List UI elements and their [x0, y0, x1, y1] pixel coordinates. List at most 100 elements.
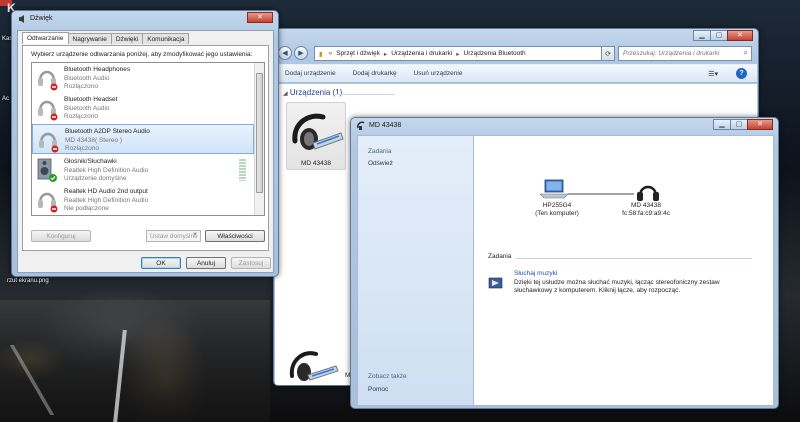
set-default-label: Ustaw domyślne [150, 232, 198, 240]
tasks-header: Zadania [368, 148, 392, 155]
device-status: Rozłączono [64, 113, 98, 120]
breadcrumb-item[interactable]: Urządzenia Bluetooth [464, 50, 526, 57]
device-type: Realtek High Definition Audio [64, 167, 149, 174]
bluetooth-device-window: MD 43438 ▁ ▢ ✕ Zadania Odśwież Zobacz ta… [350, 117, 779, 409]
device-name: Bluetooth Headset [64, 96, 118, 103]
help-link[interactable]: Pomoc [368, 386, 388, 393]
sound-dialog: Dźwięk ✕ Odtwarzanie Nagrywanie Dźwięki … [11, 10, 279, 277]
set-default-dropdown[interactable]: Ustaw domyślne ▼ [146, 230, 201, 242]
device-tile-bottom[interactable] [286, 342, 346, 382]
sound-caption-buttons: ✕ [247, 12, 273, 23]
configure-button[interactable]: Konfiguruj [31, 230, 91, 242]
search-placeholder: Przeszukaj: Urządzenia i drukarki [623, 50, 720, 57]
headphones-icon [637, 185, 659, 201]
laptop-icon [539, 179, 569, 199]
search-input[interactable]: Przeszukaj: Urządzenia i drukarki ⌕ [618, 46, 752, 61]
headset-label: MD 43438 fc:58:fa:c9:a9:4c [611, 202, 681, 218]
list-item[interactable]: Realtek HD Audio 2nd output Realtek High… [32, 185, 254, 215]
group-divider [335, 94, 395, 95]
device-status: Nie podłączone [64, 205, 109, 212]
see-also-header: Zobacz także [368, 373, 407, 380]
remove-device-button[interactable]: Usuń urządzenie [414, 70, 463, 77]
device-name: Bluetooth A2DP Stereo Audio [65, 128, 150, 135]
close-button[interactable]: ✕ [727, 30, 753, 41]
explorer-caption-buttons: ▁ ▢ ✕ [693, 30, 753, 41]
tab-playback[interactable]: Odtwarzanie [22, 32, 69, 44]
search-icon[interactable]: ⌕ [744, 48, 748, 58]
help-icon[interactable]: ? [736, 68, 747, 79]
speaker-headphones-default-icon [37, 158, 57, 182]
window-title: MD 43438 [369, 122, 402, 129]
view-options-icon[interactable]: ☰▾ [708, 70, 718, 78]
volume-meter [239, 159, 246, 181]
device-type: Bluetooth Audio [64, 75, 110, 82]
headphones-disconnected-icon [38, 70, 58, 91]
dialog-body: Odtwarzanie Nagrywanie Dźwięki Komunikac… [17, 30, 274, 273]
breadcrumb-separator: « [328, 50, 333, 57]
close-button[interactable]: ✕ [247, 12, 273, 23]
list-item[interactable]: Bluetooth Headset Bluetooth Audio Rozłąc… [32, 93, 254, 123]
explorer-toolbar: Dodaj urządzenie Dodaj drukarkę Usuń urz… [275, 64, 757, 83]
speaker-icon [19, 15, 24, 23]
headset-address: fc:58:fa:c9:a9:4c [622, 210, 670, 217]
minimize-button[interactable]: ▁ [693, 30, 711, 41]
scrollbar-thumb[interactable] [256, 73, 263, 193]
chevron-down-icon: ▼ [192, 232, 198, 238]
breadcrumb-item[interactable]: Urządzenia i drukarki [391, 50, 452, 57]
maximize-button[interactable]: ▢ [710, 30, 728, 41]
refresh-icon[interactable]: ⟳ [601, 46, 615, 61]
refresh-link[interactable]: Odśwież [368, 160, 393, 167]
desktop-label-mid: Ac [2, 96, 10, 102]
toolbar-right: ☰▾ ? [708, 68, 747, 79]
properties-button[interactable]: Właściwości [205, 230, 265, 242]
list-item[interactable]: Głośnik/Słuchawki Realtek High Definitio… [32, 155, 254, 185]
folder-icon: ▮ [319, 50, 323, 58]
device-tile-md43438[interactable]: MD 43438 [286, 102, 346, 170]
add-printer-button[interactable]: Dodaj drukarkę [353, 70, 397, 77]
playback-device-list: Bluetooth Headphones Bluetooth Audio Roz… [31, 62, 265, 216]
computer-label: HP255G4 (Ten komputer) [522, 202, 592, 218]
device-status: Rozłączono [65, 145, 99, 152]
dialog-title: Dźwięk [30, 15, 53, 22]
listen-music-description: Dzięki tej usłudze można słuchać muzyki,… [514, 279, 720, 294]
maximize-button[interactable]: ▢ [730, 119, 748, 130]
address-bar[interactable]: ▮ « Sprzęt i dźwięk ▸ Urządzenia i druka… [314, 46, 604, 61]
forward-button[interactable]: ▶ [294, 46, 308, 60]
list-scrollbar[interactable] [254, 63, 264, 215]
back-button[interactable]: ◀ [278, 46, 292, 60]
bt-caption-buttons: ▁ ▢ ✕ [713, 119, 773, 130]
list-item-selected[interactable]: Bluetooth A2DP Stereo Audio MD 43438( St… [32, 124, 254, 154]
tab-strip: Odtwarzanie Nagrywanie Dźwięki Komunikac… [22, 32, 190, 44]
tab-communications[interactable]: Komunikacja [142, 33, 190, 44]
desktop-file-label[interactable]: rzut ekranu.png [7, 278, 49, 284]
devices-group-header[interactable]: ◢ Urządzenia (1) [283, 88, 342, 97]
breadcrumb-item[interactable]: Sprzęt i dźwięk [336, 50, 380, 57]
device-type: Bluetooth Audio [64, 105, 110, 112]
device-name: Głośnik/Słuchawki [64, 158, 117, 165]
explorer-navigation-bar: ◀ ▶ ▮ « Sprzęt i dźwięk ▸ Urządzenia i d… [278, 45, 754, 62]
tasks-pane: Zadania Odśwież Zobacz także Pomoc [357, 135, 473, 406]
instruction-text: Wybierz urządzenie odtwarzania poniżej, … [31, 51, 253, 58]
listen-music-link[interactable]: Słuchaj muzyki [514, 270, 557, 277]
apply-button[interactable]: Zastosuj [231, 257, 271, 269]
device-name: Bluetooth Headphones [64, 66, 131, 73]
add-device-button[interactable]: Dodaj urządzenie [285, 70, 336, 77]
device-name: Realtek HD Audio 2nd output [64, 188, 148, 195]
close-button[interactable]: ✕ [747, 119, 773, 130]
tasks-divider [516, 258, 752, 259]
minimize-button[interactable]: ▁ [713, 119, 731, 130]
headset-small-icon [357, 121, 365, 130]
tab-recording[interactable]: Nagrywanie [67, 33, 112, 44]
cancel-button[interactable]: Anuluj [186, 257, 226, 269]
device-type: Realtek High Definition Audio [64, 197, 149, 204]
bt-main-pane: HP255G4 (Ten komputer) MD 43438 fc:58:fa… [473, 135, 774, 406]
headphones-disconnected-icon [39, 132, 59, 153]
bluetooth-headset-icon [292, 113, 344, 150]
list-item[interactable]: Bluetooth Headphones Bluetooth Audio Roz… [32, 63, 254, 93]
road-graphic [0, 300, 270, 422]
tab-sounds[interactable]: Dźwięki [110, 33, 144, 44]
device-type: MD 43438( Stereo ) [65, 137, 123, 144]
playback-panel: Wybierz urządzenie odtwarzania poniżej, … [22, 45, 269, 251]
collapse-icon: ◢ [283, 91, 288, 97]
ok-button[interactable]: OK [141, 257, 181, 269]
